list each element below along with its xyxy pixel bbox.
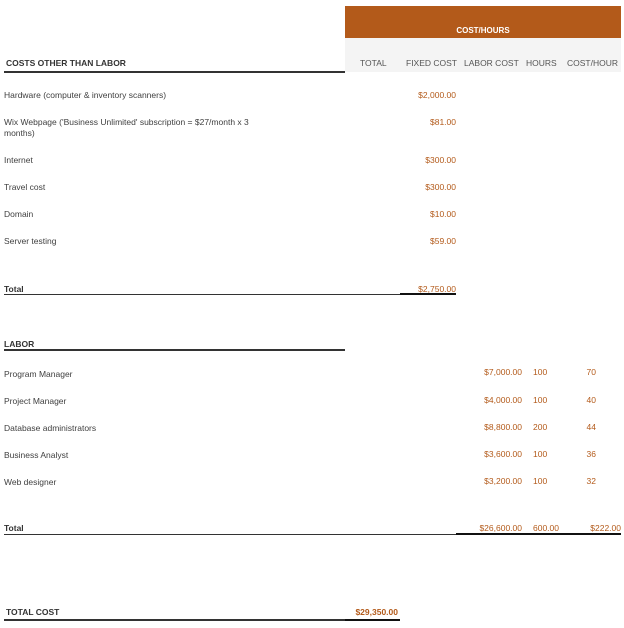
other-cost-label: Wix Webpage ('Business Unlimited' subscr… <box>4 117 249 127</box>
labor-cost-value: $8,800.00 <box>484 422 522 432</box>
col-header-hours: HOURS <box>526 58 557 68</box>
labor-role-label: Business Analyst <box>4 450 69 460</box>
labor-cost-value: $3,200.00 <box>484 476 522 486</box>
grand-total-value: $29,350.00 <box>355 607 398 617</box>
other-cost-label: Hardware (computer & inventory scanners) <box>4 90 167 100</box>
labor-cost-value: $3,600.00 <box>484 449 522 459</box>
other-cost-label: Domain <box>4 209 34 219</box>
cost-hours-header-label: COST/HOURS <box>456 26 510 35</box>
labor-cost-hour-value: 32 <box>586 476 596 486</box>
grand-total-label: TOTAL COST <box>6 607 60 617</box>
labor-hours-value: 100 <box>533 449 548 459</box>
labor-total-rule <box>4 534 456 535</box>
labor-total-cost-value: $26,600.00 <box>479 523 522 533</box>
labor-cost-hour-value: 36 <box>586 449 596 459</box>
other-cost-fixed-value: $59.00 <box>430 236 456 246</box>
other-cost-label: Internet <box>4 155 33 165</box>
col-header-cost-hour: COST/HOUR <box>567 58 618 68</box>
other-cost-label: Travel cost <box>4 182 46 192</box>
labor-total-double-rule <box>456 533 621 535</box>
other-cost-fixed-value: $10.00 <box>430 209 456 219</box>
other-cost-fixed-value: $2,000.00 <box>418 90 456 100</box>
labor-role-label: Web designer <box>4 477 57 487</box>
labor-role-label: Project Manager <box>4 396 67 406</box>
other-costs-title: COSTS OTHER THAN LABOR <box>6 58 126 68</box>
labor-cost-hour-value: 44 <box>586 422 596 432</box>
other-costs-title-rule <box>4 71 345 73</box>
labor-cost-value: $4,000.00 <box>484 395 522 405</box>
other-cost-fixed-value: $300.00 <box>425 182 456 192</box>
other-cost-label-continued: months) <box>4 128 35 138</box>
labor-total-label: Total <box>4 523 24 533</box>
col-header-fixed-cost: FIXED COST <box>406 58 458 68</box>
other-cost-fixed-value: $300.00 <box>425 155 456 165</box>
labor-role-label: Database administrators <box>4 423 97 433</box>
labor-cost-hour-value: 70 <box>586 367 596 377</box>
grand-total-double-rule <box>345 619 400 621</box>
other-cost-label: Server testing <box>4 236 57 246</box>
labor-total-hours-value: 600.00 <box>533 523 559 533</box>
labor-role-label: Program Manager <box>4 369 73 379</box>
other-costs-total-label: Total <box>4 284 24 294</box>
labor-title: LABOR <box>4 339 35 349</box>
other-cost-fixed-value: $81.00 <box>430 117 456 127</box>
cost-hours-header-band: COST/HOURS <box>345 6 621 38</box>
grand-total-rule <box>4 619 345 621</box>
labor-total-cost-hour-value: $222.00 <box>590 523 621 533</box>
col-header-total: TOTAL <box>360 58 387 68</box>
labor-hours-value: 100 <box>533 395 548 405</box>
labor-hours-value: 100 <box>533 476 548 486</box>
labor-cost-hour-value: 40 <box>586 395 596 405</box>
col-header-labor-cost: LABOR COST <box>464 58 519 68</box>
labor-hours-value: 200 <box>533 422 548 432</box>
labor-hours-value: 100 <box>533 367 548 377</box>
other-costs-total-rule <box>4 294 400 295</box>
labor-cost-value: $7,000.00 <box>484 367 522 377</box>
labor-title-rule <box>4 349 345 351</box>
other-costs-total-double-rule <box>400 293 456 295</box>
